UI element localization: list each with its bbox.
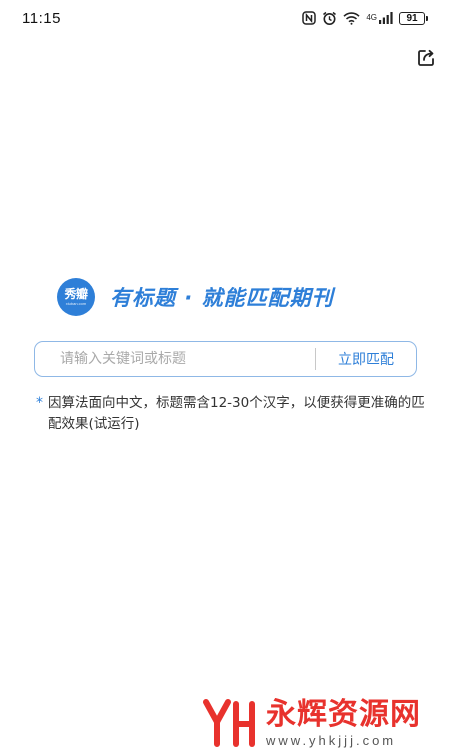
logo-text: 秀瓣 [64, 287, 88, 301]
app-screen: 11:15 4G 91 秀瓣 xiuban.com 有标题 · 就能匹配期刊 请… [0, 0, 450, 753]
share-button[interactable] [416, 48, 436, 68]
logo-subtext: xiuban.com [65, 301, 87, 306]
search-input[interactable] [35, 342, 315, 376]
watermark: 永辉资源网 www.yhkjjj.com [200, 692, 450, 753]
nfc-icon [302, 11, 317, 25]
signal-icon [379, 12, 393, 24]
battery-tip [426, 15, 428, 21]
battery-icon: 91 [399, 11, 428, 25]
share-icon [418, 49, 434, 66]
status-icons: 4G 91 [302, 11, 428, 26]
wifi-icon [343, 11, 360, 25]
watermark-logo-icon [203, 698, 255, 747]
hint-marker: * [36, 395, 43, 411]
status-time: 11:15 [22, 9, 61, 27]
battery-level: 91 [399, 11, 425, 25]
status-bar: 11:15 4G 91 [0, 0, 450, 36]
brand-slogan: 有标题 · 就能匹配期刊 [110, 286, 334, 310]
watermark-text: 永辉资源网 www.yhkjjj.com [266, 697, 421, 748]
search-box: 立即匹配 [34, 341, 417, 377]
network-type: 4G [366, 12, 377, 22]
input-hint: * 因算法面向中文，标题需含12-30个汉字，以便获得更准确的匹配效果(试运行) [36, 393, 426, 435]
match-button[interactable]: 立即匹配 [316, 342, 416, 376]
watermark-title: 永辉资源网 [266, 697, 421, 732]
brand-header: 秀瓣 xiuban.com 有标题 · 就能匹配期刊 [57, 276, 397, 318]
watermark-url: www.yhkjjj.com [266, 733, 397, 748]
hint-text: 因算法面向中文，标题需含12-30个汉字，以便获得更准确的匹配效果(试运行) [48, 395, 425, 432]
alarm-icon [322, 11, 337, 26]
brand-logo: 秀瓣 xiuban.com [57, 278, 95, 316]
